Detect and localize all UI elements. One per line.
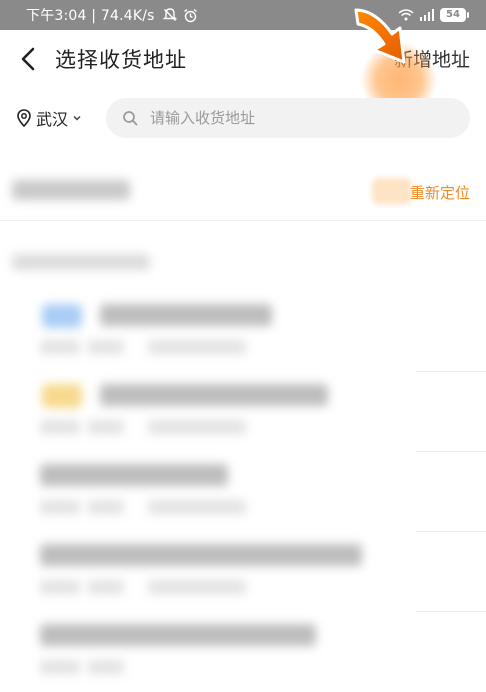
location-pin-icon	[17, 109, 31, 127]
address-sub-blurred	[148, 580, 246, 594]
signal-icon	[420, 9, 434, 21]
address-sub-blurred	[40, 340, 80, 354]
status-time-speed: 下午3:04 | 74.4K/s	[26, 8, 155, 24]
address-sub-blurred	[148, 420, 246, 434]
notification-mute-icon	[162, 8, 177, 21]
address-sub-blurred	[88, 500, 124, 514]
address-sub-blurred	[40, 500, 80, 514]
list-item[interactable]	[0, 532, 486, 612]
status-bar: 下午3:04 | 74.4K/s 54	[0, 0, 486, 30]
wifi-icon	[398, 9, 414, 21]
page-title: 选择收货地址	[55, 48, 187, 72]
address-title-blurred	[40, 544, 362, 566]
current-location-row: 重新定位	[0, 162, 486, 221]
address-tag-icon	[42, 304, 82, 328]
list-item[interactable]	[0, 452, 486, 532]
list-item[interactable]	[0, 292, 486, 372]
address-title-blurred	[100, 304, 272, 326]
address-title-blurred	[40, 464, 228, 486]
address-sub-blurred	[148, 340, 246, 354]
address-sub-blurred	[88, 660, 124, 674]
address-title-blurred	[40, 624, 316, 646]
search-input[interactable]	[148, 108, 452, 128]
chevron-left-icon[interactable]	[16, 45, 42, 73]
header: 选择收货地址 新增地址	[0, 8, 486, 118]
address-sub-blurred	[148, 500, 246, 514]
search-icon	[123, 111, 138, 126]
relocate-button[interactable]: 重新定位	[410, 182, 470, 203]
status-icons	[162, 8, 198, 23]
address-sub-blurred	[40, 580, 80, 594]
section-header-blurred	[12, 254, 150, 270]
current-location-text-blurred	[12, 180, 130, 200]
city-label: 武汉	[36, 110, 69, 129]
address-sub-blurred	[88, 340, 124, 354]
list-item[interactable]	[0, 612, 486, 692]
search-row: 武汉	[0, 96, 486, 140]
address-sub-blurred	[88, 580, 124, 594]
chevron-down-icon	[73, 115, 81, 121]
address-sub-blurred	[40, 660, 80, 674]
address-sub-blurred	[40, 420, 80, 434]
relocate-highlight	[372, 178, 412, 204]
city-selector[interactable]: 武汉	[16, 106, 82, 130]
battery-icon: 54	[440, 8, 469, 22]
address-sub-blurred	[88, 420, 124, 434]
list-item[interactable]	[0, 372, 486, 452]
alarm-icon	[183, 8, 197, 22]
status-right: 54	[398, 8, 469, 22]
address-title-blurred	[100, 384, 328, 406]
search-box[interactable]	[106, 98, 470, 138]
address-tag-icon	[42, 384, 82, 408]
add-address-button[interactable]: 新增地址	[394, 45, 470, 72]
